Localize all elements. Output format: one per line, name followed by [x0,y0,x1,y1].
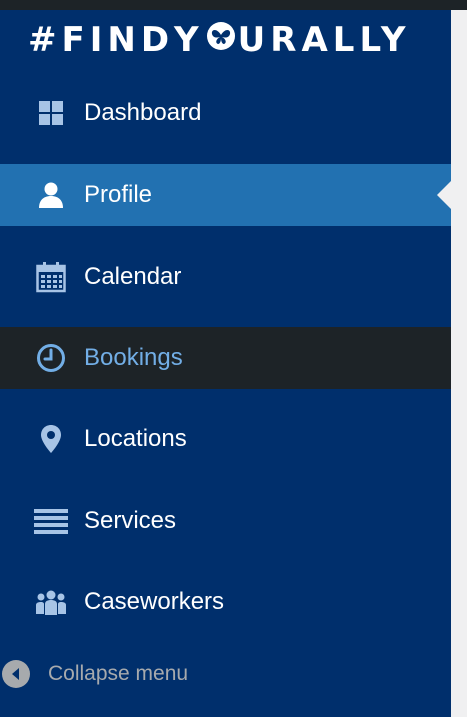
user-icon [34,178,68,212]
sidebar-item-label: Caseworkers [84,588,225,615]
butterfly-heart-icon [206,20,236,60]
collapse-menu-label: Collapse menu [48,662,189,685]
calendar-icon [34,260,68,294]
sidebar-item-dashboard[interactable]: Dashboard [0,82,451,144]
list-icon [34,504,68,538]
dashboard-icon [34,96,68,130]
collapse-arrow-icon [2,660,30,688]
groups-icon [34,585,68,619]
sidebar-item-label: Profile [84,181,153,208]
sidebar-item-label: Calendar [84,263,182,290]
sidebar-item-locations[interactable]: Locations [0,408,451,470]
sidebar-item-label: Bookings [84,344,183,371]
content-area-edge [451,10,467,717]
sidebar-item-bookings[interactable]: Bookings [0,327,451,389]
sidebar-item-services[interactable]: Services [0,490,451,552]
sidebar-item-label: Dashboard [84,99,202,126]
sidebar-item-label: Services [84,507,177,534]
sidebar-item-caseworkers[interactable]: Caseworkers [0,571,451,633]
sidebar-item-calendar[interactable]: Calendar [0,246,451,308]
sidebar-item-profile[interactable]: Profile [0,164,452,226]
active-indicator-arrow [437,180,452,210]
admin-top-bar [0,0,467,10]
brand-logo[interactable]: #FIND Y UR ALLY [28,18,410,62]
collapse-menu-button[interactable]: Collapse menu [0,654,451,694]
admin-sidebar: #FIND Y UR ALLY Dashboard Profile Calend… [0,10,452,717]
location-pin-icon [34,422,68,456]
sidebar-item-label: Locations [84,425,187,452]
clock-icon [34,341,68,375]
